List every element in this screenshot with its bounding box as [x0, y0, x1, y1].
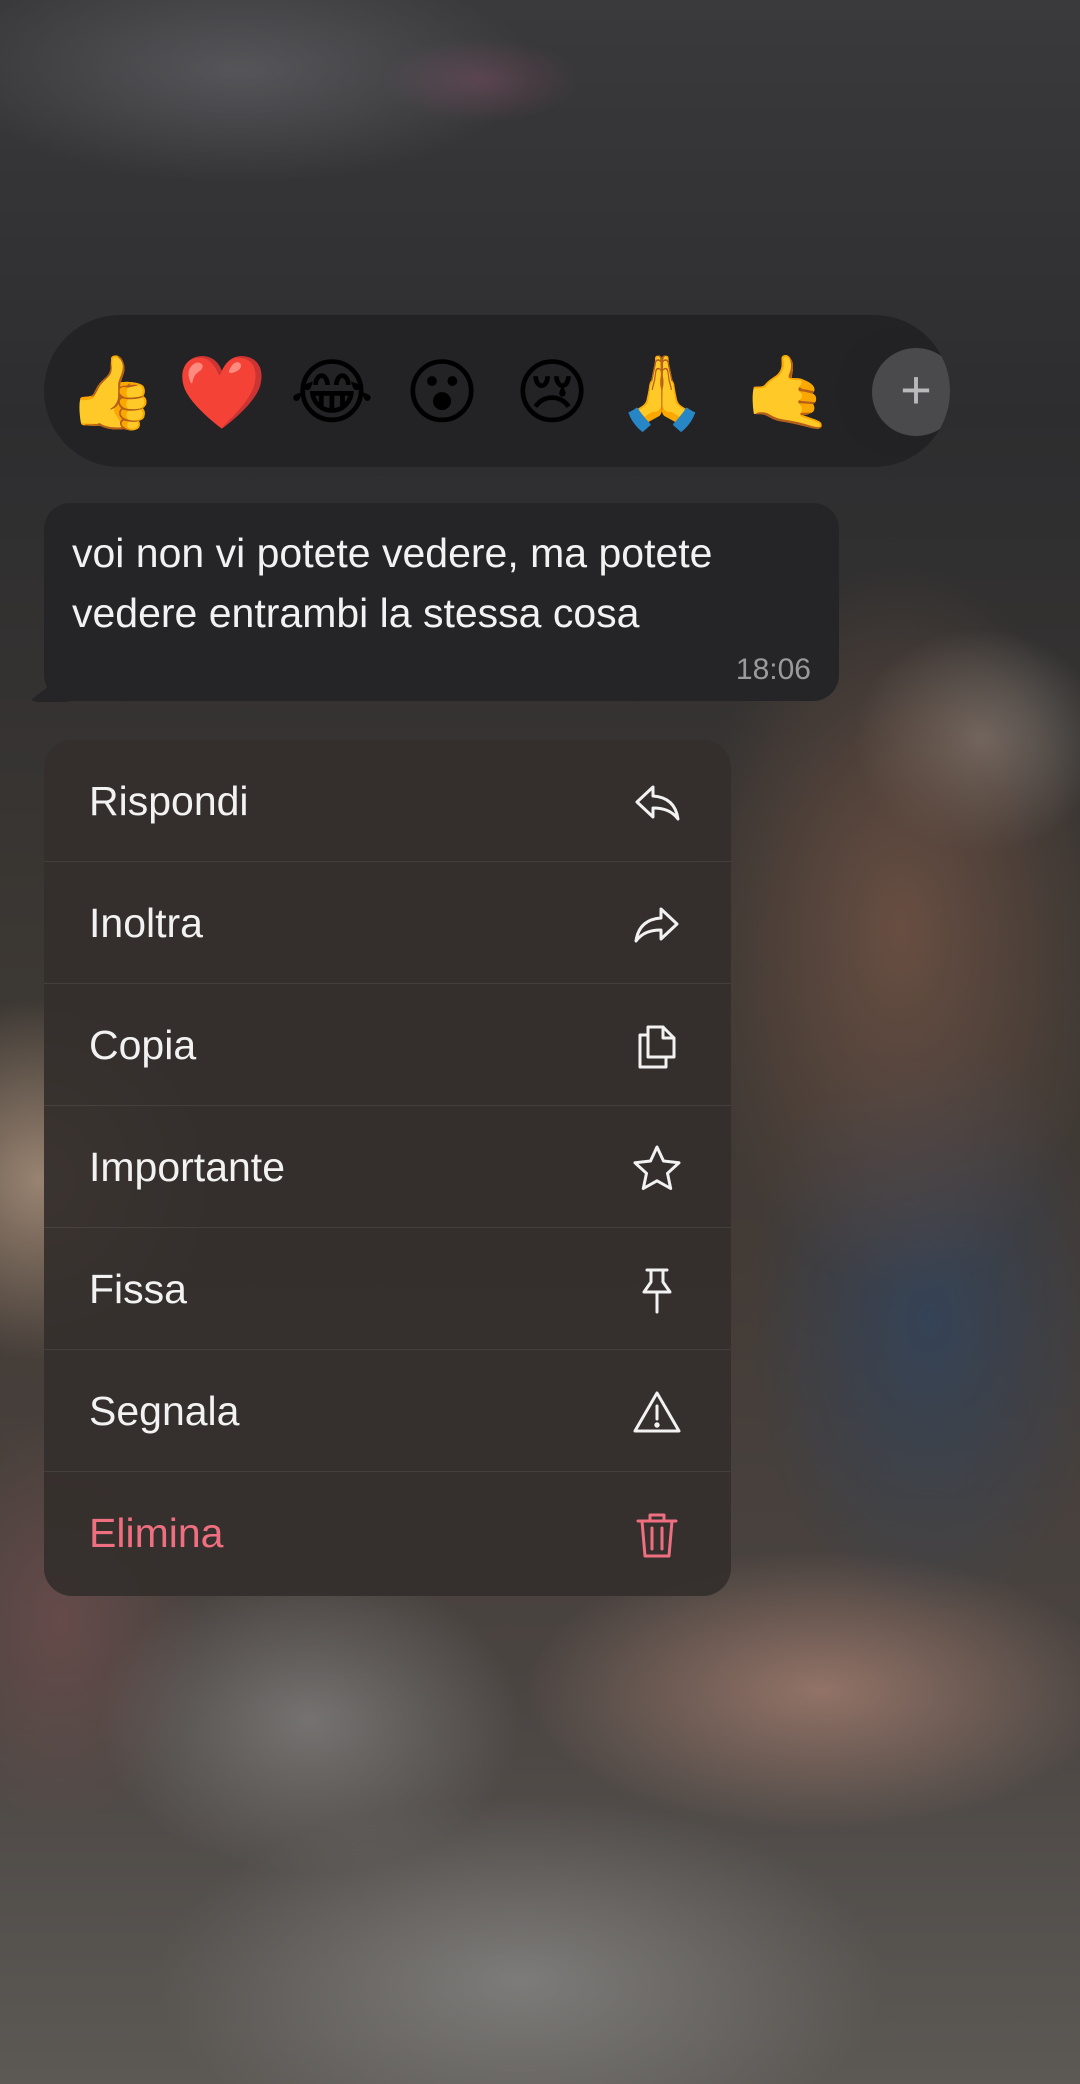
message-line-1: voi non vi potete vedere, ma potete	[72, 530, 713, 576]
menu-item-star[interactable]: Importante	[44, 1106, 731, 1228]
message-bubble: voi non vi potete vedere, ma potete vede…	[44, 503, 839, 701]
plus-icon: +	[900, 360, 932, 420]
context-menu: Rispondi Inoltra Copia Importante Fissa …	[44, 740, 731, 1596]
reaction-thumbs-up[interactable]: 👍	[67, 353, 157, 433]
message-text: voi non vi potete vedere, ma potete vede…	[72, 523, 811, 643]
pin-icon	[631, 1265, 683, 1317]
reaction-heart[interactable]: ❤️	[177, 353, 267, 433]
menu-item-label: Elimina	[89, 1510, 224, 1556]
menu-item-label: Fissa	[89, 1266, 187, 1312]
star-icon	[631, 1143, 683, 1195]
menu-item-pin[interactable]: Fissa	[44, 1228, 731, 1350]
message-timestamp: 18:06	[735, 653, 811, 686]
trash-icon	[631, 1509, 683, 1561]
menu-item-forward[interactable]: Inoltra	[44, 862, 731, 984]
menu-item-label: Rispondi	[89, 778, 249, 824]
menu-item-label: Importante	[89, 1144, 285, 1190]
reaction-laughing[interactable]: 😂	[287, 353, 377, 433]
menu-item-label: Segnala	[89, 1388, 240, 1434]
more-reactions-button[interactable]: +	[872, 348, 950, 436]
menu-item-label: Copia	[89, 1022, 197, 1068]
copy-icon	[631, 1021, 683, 1073]
reaction-pray[interactable]: 🙏	[617, 353, 707, 433]
reaction-partial[interactable]: 🤙	[744, 353, 834, 433]
reaction-bar: 👍 ❤️ 😂 😮 😢 🙏 🤙 +	[44, 315, 950, 467]
menu-item-label: Inoltra	[89, 900, 203, 946]
warning-icon	[631, 1387, 683, 1439]
reaction-surprised[interactable]: 😮	[397, 353, 487, 433]
menu-item-reply[interactable]: Rispondi	[44, 740, 731, 862]
message-line-2: vedere entrambi la stessa cosa	[72, 590, 640, 636]
menu-item-report[interactable]: Segnala	[44, 1350, 731, 1472]
reply-icon	[631, 777, 683, 829]
menu-item-copy[interactable]: Copia	[44, 984, 731, 1106]
reaction-crying[interactable]: 😢	[507, 353, 597, 433]
forward-icon	[631, 899, 683, 951]
menu-item-delete[interactable]: Elimina	[44, 1472, 731, 1594]
screen: 👍 ❤️ 😂 😮 😢 🙏 🤙 + voi non vi potete veder…	[0, 0, 1080, 2084]
